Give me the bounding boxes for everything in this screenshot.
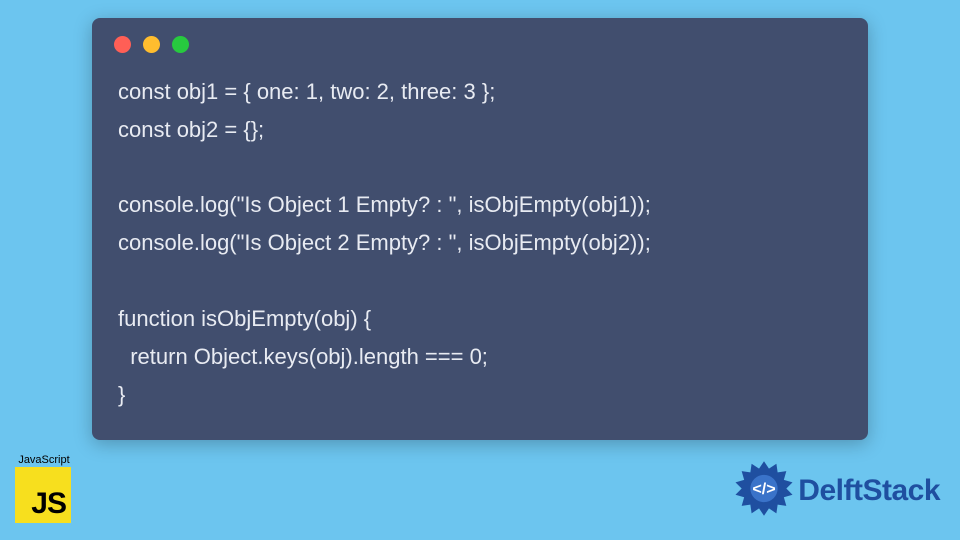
code-line: const obj2 = {}; — [118, 117, 264, 142]
window-controls — [92, 18, 868, 59]
code-line: console.log("Is Object 2 Empty? : ", isO… — [118, 230, 651, 255]
brand-name: DelftStack — [798, 474, 940, 508]
code-line: function isObjEmpty(obj) { — [118, 306, 371, 331]
minimize-icon — [143, 36, 160, 53]
javascript-logo-icon: JS — [15, 467, 71, 523]
code-line: } — [118, 382, 125, 407]
javascript-badge: JavaScript JS — [15, 454, 73, 523]
close-icon — [114, 36, 131, 53]
maximize-icon — [172, 36, 189, 53]
code-line: console.log("Is Object 1 Empty? : ", isO… — [118, 192, 651, 217]
code-body: const obj1 = { one: 1, two: 2, three: 3 … — [92, 59, 868, 433]
code-line: const obj1 = { one: 1, two: 2, three: 3 … — [118, 79, 495, 104]
badge-label: JavaScript — [15, 454, 73, 466]
delftstack-brand: </> DelftStack — [733, 460, 940, 522]
delftstack-logo-icon: </> — [733, 460, 795, 522]
js-logo-text: JS — [31, 487, 66, 521]
code-window: const obj1 = { one: 1, two: 2, three: 3 … — [92, 18, 868, 440]
code-line: return Object.keys(obj).length === 0; — [118, 344, 488, 369]
svg-text:</>: </> — [753, 480, 776, 498]
